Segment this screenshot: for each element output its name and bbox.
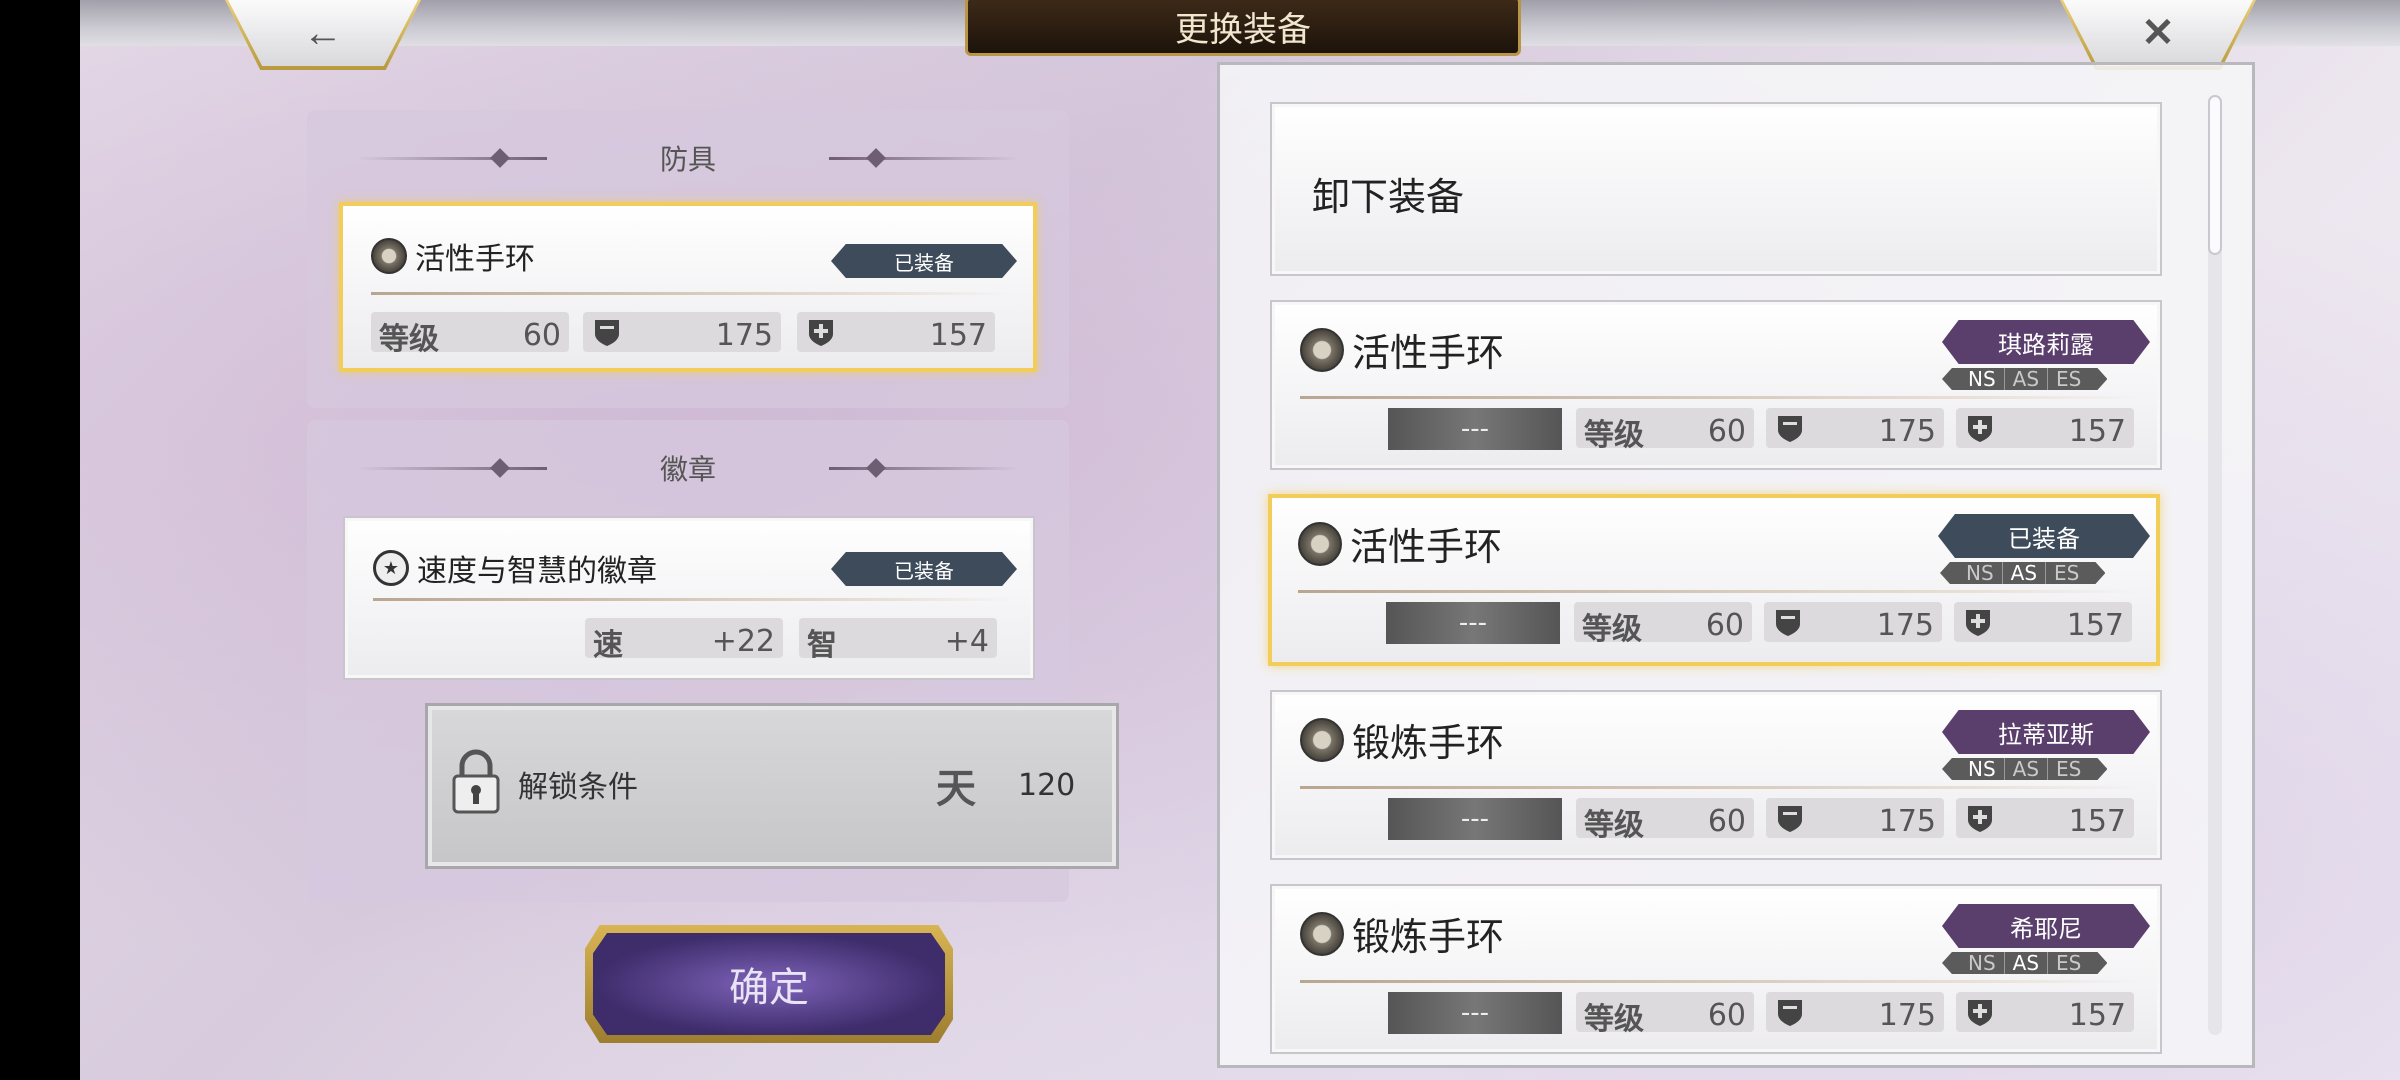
ornament-right bbox=[829, 157, 1019, 160]
magic-defense-stat: 157 bbox=[1956, 798, 2134, 839]
level-stat: 等级 60 bbox=[371, 312, 569, 357]
ns-as-es-indicator: NS AS ES bbox=[1942, 952, 2108, 974]
shield-plus-icon bbox=[1968, 1000, 1992, 1026]
ornament-left bbox=[357, 157, 547, 160]
shield-icon bbox=[1778, 806, 1802, 832]
confirm-button[interactable]: 确定 bbox=[593, 933, 945, 1035]
bracelet-icon bbox=[1300, 717, 1344, 762]
armor-equipped-card[interactable]: 活性手环 已装备 等级 60 175 157 bbox=[339, 202, 1037, 372]
bracelet-icon bbox=[1298, 521, 1342, 566]
armor-section: 防具 活性手环 已装备 等级 60 175 157 bbox=[307, 110, 1069, 408]
item-name: 活性手环 bbox=[1350, 525, 1503, 569]
item-name: 活性手环 bbox=[415, 242, 535, 277]
arrow-left-icon: ← bbox=[303, 10, 343, 55]
equipment-item-2-equipped[interactable]: 活性手环 已装备 NS AS ES --- 等级 60 175 157 bbox=[1268, 494, 2160, 666]
magic-defense-stat: 157 bbox=[1956, 992, 2134, 1033]
scrollbar-thumb[interactable] bbox=[2208, 95, 2222, 255]
rank-glyph-icon: 天 bbox=[936, 766, 976, 812]
confirm-button-frame: 确定 bbox=[585, 925, 953, 1043]
bracelet-icon bbox=[371, 238, 407, 274]
equipped-tag: 已装备 bbox=[831, 552, 1017, 586]
magic-defense-stat: 157 bbox=[797, 312, 995, 353]
empty-slot-bar: --- bbox=[1388, 798, 1562, 840]
page-title: 更换装备 bbox=[965, 0, 1521, 56]
level-stat: 等级 60 bbox=[1574, 602, 1752, 647]
locked-slot[interactable]: 解锁条件 天 120 bbox=[425, 703, 1119, 869]
empty-slot-bar: --- bbox=[1386, 602, 1560, 644]
equipped-tag: 已装备 bbox=[1938, 514, 2150, 558]
shield-plus-icon bbox=[1968, 806, 1992, 832]
speed-stat: 速 +22 bbox=[585, 618, 783, 663]
item-name: 锻炼手环 bbox=[1352, 915, 1505, 959]
list-scrollbar[interactable] bbox=[2208, 95, 2222, 1035]
unequip-label: 卸下装备 bbox=[1312, 175, 1465, 219]
ornament-left bbox=[357, 467, 547, 470]
level-stat: 等级 60 bbox=[1576, 798, 1754, 843]
equipment-item-4[interactable]: 锻炼手环 希耶尼 NS AS ES --- 等级 60 175 157 bbox=[1270, 884, 2162, 1054]
badge-star-icon: ★ bbox=[373, 550, 409, 586]
owner-tag: 琪路莉露 bbox=[1942, 320, 2150, 364]
unlock-requirement-value: 120 bbox=[1018, 768, 1076, 803]
shield-icon bbox=[595, 320, 619, 346]
defense-stat: 175 bbox=[1764, 602, 1942, 643]
magic-defense-stat: 157 bbox=[1956, 408, 2134, 449]
owner-tag: 希耶尼 bbox=[1942, 904, 2150, 948]
padlock-icon bbox=[452, 749, 500, 814]
defense-stat: 175 bbox=[1766, 798, 1944, 839]
item-name: 速度与智慧的徽章 bbox=[417, 554, 657, 589]
shield-plus-icon bbox=[809, 320, 833, 346]
badge-equipped-card[interactable]: ★ 速度与智慧的徽章 已装备 速 +22 智 +4 bbox=[343, 516, 1035, 680]
level-stat: 等级 60 bbox=[1576, 992, 1754, 1037]
intellect-stat: 智 +4 bbox=[799, 618, 997, 663]
shield-icon bbox=[1776, 610, 1800, 636]
equipment-item-3[interactable]: 锻炼手环 拉蒂亚斯 NS AS ES --- 等级 60 175 157 bbox=[1270, 690, 2162, 860]
equipped-tag: 已装备 bbox=[831, 244, 1017, 278]
unlock-condition-label: 解锁条件 bbox=[518, 770, 638, 805]
item-name: 活性手环 bbox=[1352, 331, 1505, 375]
defense-stat: 175 bbox=[1766, 992, 1944, 1033]
defense-stat: 175 bbox=[1766, 408, 1944, 449]
shield-icon bbox=[1778, 416, 1802, 442]
shield-plus-icon bbox=[1966, 610, 1990, 636]
shield-plus-icon bbox=[1968, 416, 1992, 442]
level-stat: 等级 60 bbox=[1576, 408, 1754, 453]
shield-icon bbox=[1778, 1000, 1802, 1026]
equipment-item-1[interactable]: 活性手环 琪路莉露 NS AS ES --- 等级 60 175 157 bbox=[1270, 300, 2162, 470]
close-icon: ✕ bbox=[2141, 11, 2175, 55]
ns-as-es-indicator: NS AS ES bbox=[1940, 562, 2106, 584]
unequip-button[interactable]: 卸下装备 bbox=[1270, 102, 2162, 276]
bracelet-icon bbox=[1300, 327, 1344, 372]
defense-stat: 175 bbox=[583, 312, 781, 353]
item-name: 锻炼手环 bbox=[1352, 721, 1505, 765]
ns-as-es-indicator: NS AS ES bbox=[1942, 758, 2108, 780]
game-screen: ← 更换装备 ✕ 防具 活性手环 已装备 等级 60 175 157 徽章 ★ … bbox=[80, 0, 2400, 1080]
magic-defense-stat: 157 bbox=[1954, 602, 2132, 643]
ornament-right bbox=[829, 467, 1019, 470]
ns-as-es-indicator: NS AS ES bbox=[1942, 368, 2108, 390]
empty-slot-bar: --- bbox=[1388, 408, 1562, 450]
bracelet-icon bbox=[1300, 911, 1344, 956]
armor-section-title: 防具 bbox=[659, 143, 716, 176]
badge-section-title: 徽章 bbox=[659, 453, 716, 486]
owner-tag: 拉蒂亚斯 bbox=[1942, 710, 2150, 754]
empty-slot-bar: --- bbox=[1388, 992, 1562, 1034]
